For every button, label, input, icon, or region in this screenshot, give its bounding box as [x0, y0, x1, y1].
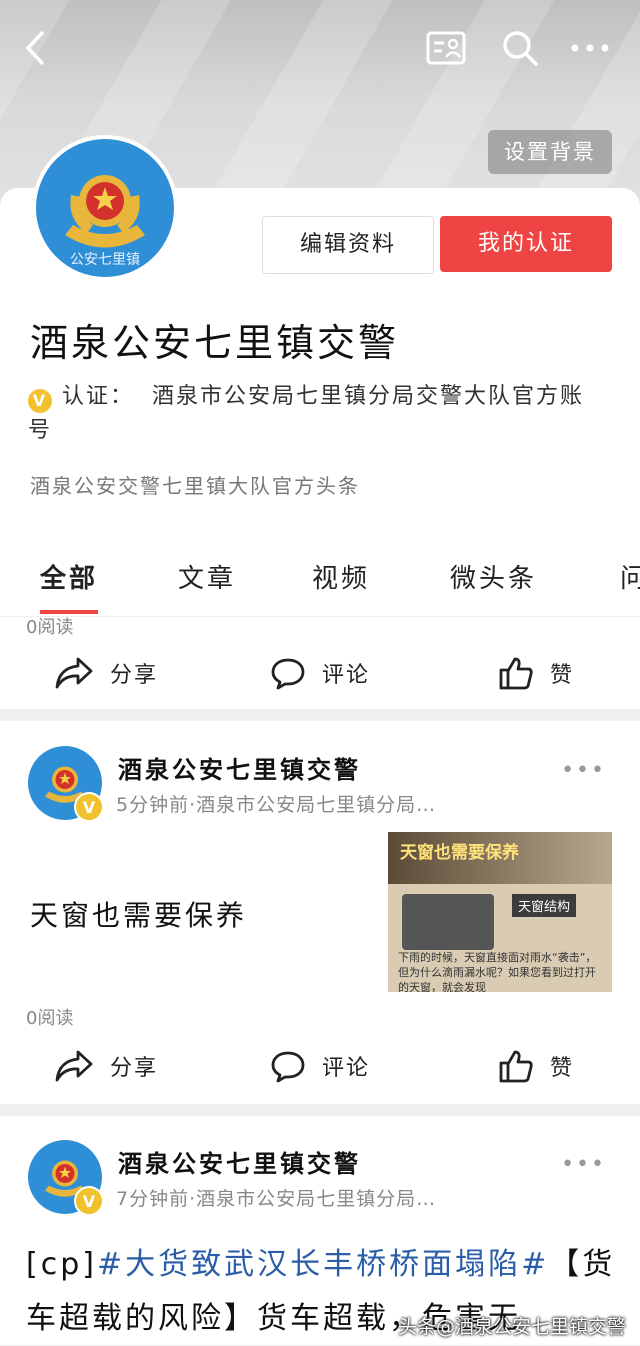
post-meta: 5分钟前·酒泉市公安局七里镇分局…	[116, 794, 437, 816]
read-count: 0阅读	[26, 1008, 74, 1029]
post-author[interactable]: 酒泉公安七里镇交警	[118, 1144, 361, 1179]
post-author[interactable]: 酒泉公安七里镇交警	[118, 750, 361, 785]
more-options-icon[interactable]	[568, 26, 612, 70]
post-text-prefix: [cp]	[26, 1247, 97, 1282]
verified-icon: V	[74, 1186, 104, 1216]
share-icon	[55, 657, 93, 689]
thumbnail-label: 天窗结构	[512, 894, 577, 917]
comment-icon	[271, 658, 305, 690]
top-bar	[0, 18, 640, 78]
comment-button[interactable]: 评论	[270, 643, 370, 703]
feed-card: 0阅读 分享 评论 赞	[0, 617, 640, 709]
share-button[interactable]: 分享	[54, 1036, 158, 1096]
avatar-caption: 公安七里镇	[70, 252, 140, 268]
back-icon[interactable]	[14, 26, 58, 70]
like-button[interactable]: 赞	[498, 1036, 574, 1096]
post-more-button[interactable]: •••	[561, 1152, 606, 1177]
post-thumbnail[interactable]: 天窗也需要保养 天窗结构 下雨的时候，天窗直接面对雨水“袭击”，但为什么滴雨漏水…	[388, 832, 612, 992]
content-tabs: 全部 文章 视频 微头条 问	[0, 540, 640, 617]
like-button[interactable]: 赞	[498, 643, 574, 703]
account-name: 酒泉公安七里镇交警	[30, 321, 400, 365]
watermark: 头条@酒泉公安七里镇交警	[397, 1316, 626, 1338]
sunroof-image	[402, 894, 494, 950]
read-count: 0阅读	[26, 617, 74, 638]
my-certification-button[interactable]: 我的认证	[440, 216, 612, 272]
post-avatar[interactable]: V	[28, 746, 104, 822]
tab-articles[interactable]: 文章	[178, 558, 236, 595]
post-actions: 分享 评论 赞	[0, 643, 640, 703]
thumbs-up-icon	[499, 1050, 533, 1083]
tab-micro-posts[interactable]: 微头条	[450, 558, 537, 595]
verified-icon: V	[28, 389, 52, 413]
certification-label: 认证：	[62, 384, 135, 409]
post-avatar[interactable]: V	[28, 1140, 104, 1216]
verified-icon: V	[74, 792, 104, 822]
comment-button[interactable]: 评论	[270, 1036, 370, 1096]
avatar[interactable]: 公安七里镇	[32, 135, 178, 281]
post-meta: 7分钟前·酒泉市公安局七里镇分局…	[116, 1188, 437, 1210]
set-background-button[interactable]: 设置背景	[488, 130, 612, 174]
police-emblem-icon	[65, 175, 145, 248]
comment-icon	[271, 1051, 305, 1083]
share-button[interactable]: 分享	[54, 643, 158, 703]
account-description: 酒泉公安交警七里镇大队官方头条	[30, 474, 360, 498]
tab-all[interactable]: 全部	[40, 558, 98, 595]
tab-videos[interactable]: 视频	[312, 558, 370, 595]
thumbnail-heading: 天窗也需要保养	[400, 843, 519, 863]
post-more-button[interactable]: •••	[561, 758, 606, 783]
search-icon[interactable]	[498, 26, 542, 70]
post-actions: 分享 评论 赞	[0, 1036, 640, 1096]
post-hashtag[interactable]: #大货致武汉长丰桥桥面塌陷#	[97, 1247, 549, 1282]
certification-info: V 认证： 酒泉市公安局七里镇分局交警大队官方账号	[28, 380, 608, 448]
edit-profile-button[interactable]: 编辑资料	[262, 216, 434, 274]
tab-questions[interactable]: 问	[620, 558, 640, 595]
post-title[interactable]: 天窗也需要保养	[30, 894, 247, 934]
thumbs-up-icon	[499, 657, 533, 690]
share-icon	[55, 1050, 93, 1082]
contact-card-icon[interactable]	[424, 26, 468, 70]
thumbnail-caption: 下雨的时候，天窗直接面对雨水“袭击”，但为什么滴雨漏水呢？如果您看到过打开的天窗…	[398, 951, 597, 992]
